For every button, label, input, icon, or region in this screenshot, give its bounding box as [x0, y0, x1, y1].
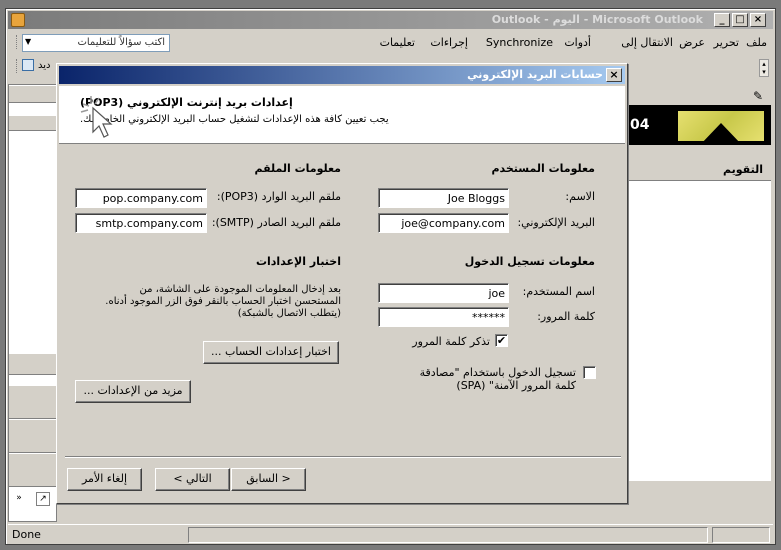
today-date-number: 04 — [630, 117, 650, 133]
nav-strip[interactable] — [9, 85, 56, 103]
cancel-button[interactable]: إلغاء الأمر — [67, 468, 142, 491]
test-settings-heading: اختبار الإعدادات — [255, 255, 341, 268]
username-label: اسم المستخدم: — [522, 285, 595, 298]
menu-synchronize[interactable]: Synchronize — [486, 36, 553, 49]
remember-password-label: تذكر كلمة المرور — [412, 335, 490, 348]
toolbar-new-button[interactable]: ديد — [16, 58, 60, 76]
nav-strip[interactable] — [9, 419, 56, 453]
menu-go[interactable]: الانتقال إلى — [621, 36, 673, 49]
dialog-title: حسابات البريد الإلكتروني — [467, 68, 603, 81]
logon-info-heading: معلومات تسجيل الدخول — [464, 255, 595, 268]
toolbar-new-label: ديد — [38, 60, 51, 71]
email-label: البريد الإلكتروني: — [517, 216, 595, 229]
test-description-line2: المستحسن اختبار الحساب بالنقر فوق الزر ا… — [105, 296, 341, 307]
nav-bottom-bar: » ↗ — [8, 490, 58, 512]
today-content-area — [628, 181, 771, 481]
test-description-line3: (يتطلب الاتصال بالشبكة) — [237, 308, 341, 319]
spa-checkbox[interactable] — [583, 366, 596, 379]
help-dropdown-icon[interactable]: ▼ — [25, 37, 31, 46]
email-accounts-dialog: حسابات البريد الإلكتروني × إعدادات بريد … — [56, 63, 628, 504]
dialog-separator — [65, 456, 621, 458]
name-field[interactable]: Joe Bloggs — [378, 188, 509, 208]
outgoing-server-field[interactable]: smtp.company.com — [75, 213, 207, 233]
toolbar-overflow-icon[interactable]: ▴ ▾ — [759, 59, 769, 77]
nav-strip[interactable] — [9, 115, 56, 131]
close-icon[interactable]: × — [750, 13, 766, 27]
outlook-title: Microsoft Outlook - اليوم - Outlook — [491, 13, 703, 26]
refresh-icon[interactable]: ✎ — [753, 89, 763, 103]
nav-strip[interactable] — [9, 385, 56, 419]
header-subtitle: يجب تعيين كافة هذه الإعدادات لتشغيل حساب… — [80, 114, 389, 125]
menu-grip — [16, 35, 19, 49]
dialog-title-bar: حسابات البريد الإلكتروني × — [59, 66, 625, 84]
spa-label-line1: تسجيل الدخول باستخدام "مصادقة — [419, 366, 576, 379]
dialog-close-icon[interactable]: × — [606, 68, 622, 82]
outgoing-server-label: ملقم البريد الصادر (SMTP): — [211, 216, 341, 229]
back-button[interactable]: < السابق — [231, 468, 306, 491]
password-label: كلمة المرور: — [537, 310, 595, 323]
user-info-heading: معلومات المستخدم — [491, 162, 595, 175]
cursor-sparkle-icon — [80, 96, 113, 138]
nav-strip[interactable] — [9, 353, 56, 375]
remember-password-checkbox[interactable]: ✔ — [495, 334, 508, 347]
maximize-icon[interactable]: □ — [732, 13, 748, 27]
configure-buttons-icon[interactable]: » — [12, 492, 26, 506]
dialog-header: إعدادات بريد إنترنت الإلكتروني (POP3) يج… — [59, 86, 625, 144]
password-field[interactable]: ****** — [378, 307, 509, 327]
menu-view[interactable]: عرض — [679, 36, 705, 49]
help-placeholder: اكتب سؤالاً للتعليمات — [77, 37, 165, 48]
incoming-server-label: ملقم البريد الوارد (POP3): — [216, 190, 341, 203]
menu-tools[interactable]: أدوات — [564, 36, 591, 49]
test-account-settings-button[interactable]: اختبار إعدادات الحساب ... — [203, 341, 339, 364]
status-text: Done — [12, 528, 41, 541]
today-banner: 04 — [628, 105, 771, 145]
shortcut-icon[interactable]: ↗ — [36, 492, 50, 506]
next-button[interactable]: التالي > — [155, 468, 230, 491]
email-field[interactable]: joe@company.com — [378, 213, 509, 233]
status-segment — [712, 527, 770, 543]
menu-file[interactable]: ملف — [746, 36, 767, 49]
outlook-title-bar: Microsoft Outlook - اليوم - Outlook _ □ … — [8, 11, 773, 29]
nav-strip[interactable] — [9, 453, 56, 487]
username-field[interactable]: joe — [378, 283, 509, 303]
menu-edit[interactable]: تحرير — [714, 36, 739, 49]
new-mail-icon — [22, 59, 34, 71]
navigation-pane — [8, 84, 57, 522]
status-segment — [188, 527, 708, 543]
today-logo — [678, 111, 764, 141]
server-info-heading: معلومات الملقم — [254, 162, 341, 175]
menu-actions[interactable]: إجراءات — [430, 36, 468, 49]
menu-help[interactable]: تعليمات — [380, 36, 415, 49]
outlook-app-icon[interactable] — [11, 13, 25, 27]
status-bar: Done — [8, 524, 773, 544]
test-description-line1: بعد إدخال المعلومات الموجودة على الشاشة،… — [139, 284, 341, 295]
help-search-input[interactable]: ▼ اكتب سؤالاً للتعليمات — [22, 34, 170, 52]
incoming-server-field[interactable]: pop.company.com — [75, 188, 207, 208]
spa-label-line2: كلمة المرور الآمنة" (SPA) — [456, 379, 576, 392]
more-settings-button[interactable]: مزيد من الإعدادات ... — [75, 380, 191, 403]
minimize-icon[interactable]: _ — [714, 13, 730, 27]
name-label: الاسم: — [565, 190, 595, 203]
calendar-heading[interactable]: التقويم — [628, 159, 771, 181]
